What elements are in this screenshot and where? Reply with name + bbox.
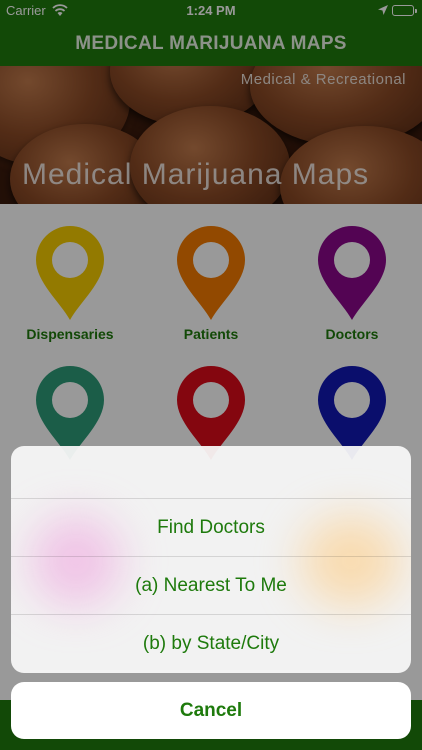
- action-sheet-header: [11, 446, 411, 498]
- cancel-button[interactable]: Cancel: [11, 682, 411, 739]
- action-sheet: Find Doctors (a) Nearest To Me (b) by St…: [11, 446, 411, 673]
- option-nearest-to-me[interactable]: (a) Nearest To Me: [11, 556, 411, 615]
- option-find-doctors[interactable]: Find Doctors: [11, 498, 411, 557]
- option-by-state-city[interactable]: (b) by State/City: [11, 614, 411, 673]
